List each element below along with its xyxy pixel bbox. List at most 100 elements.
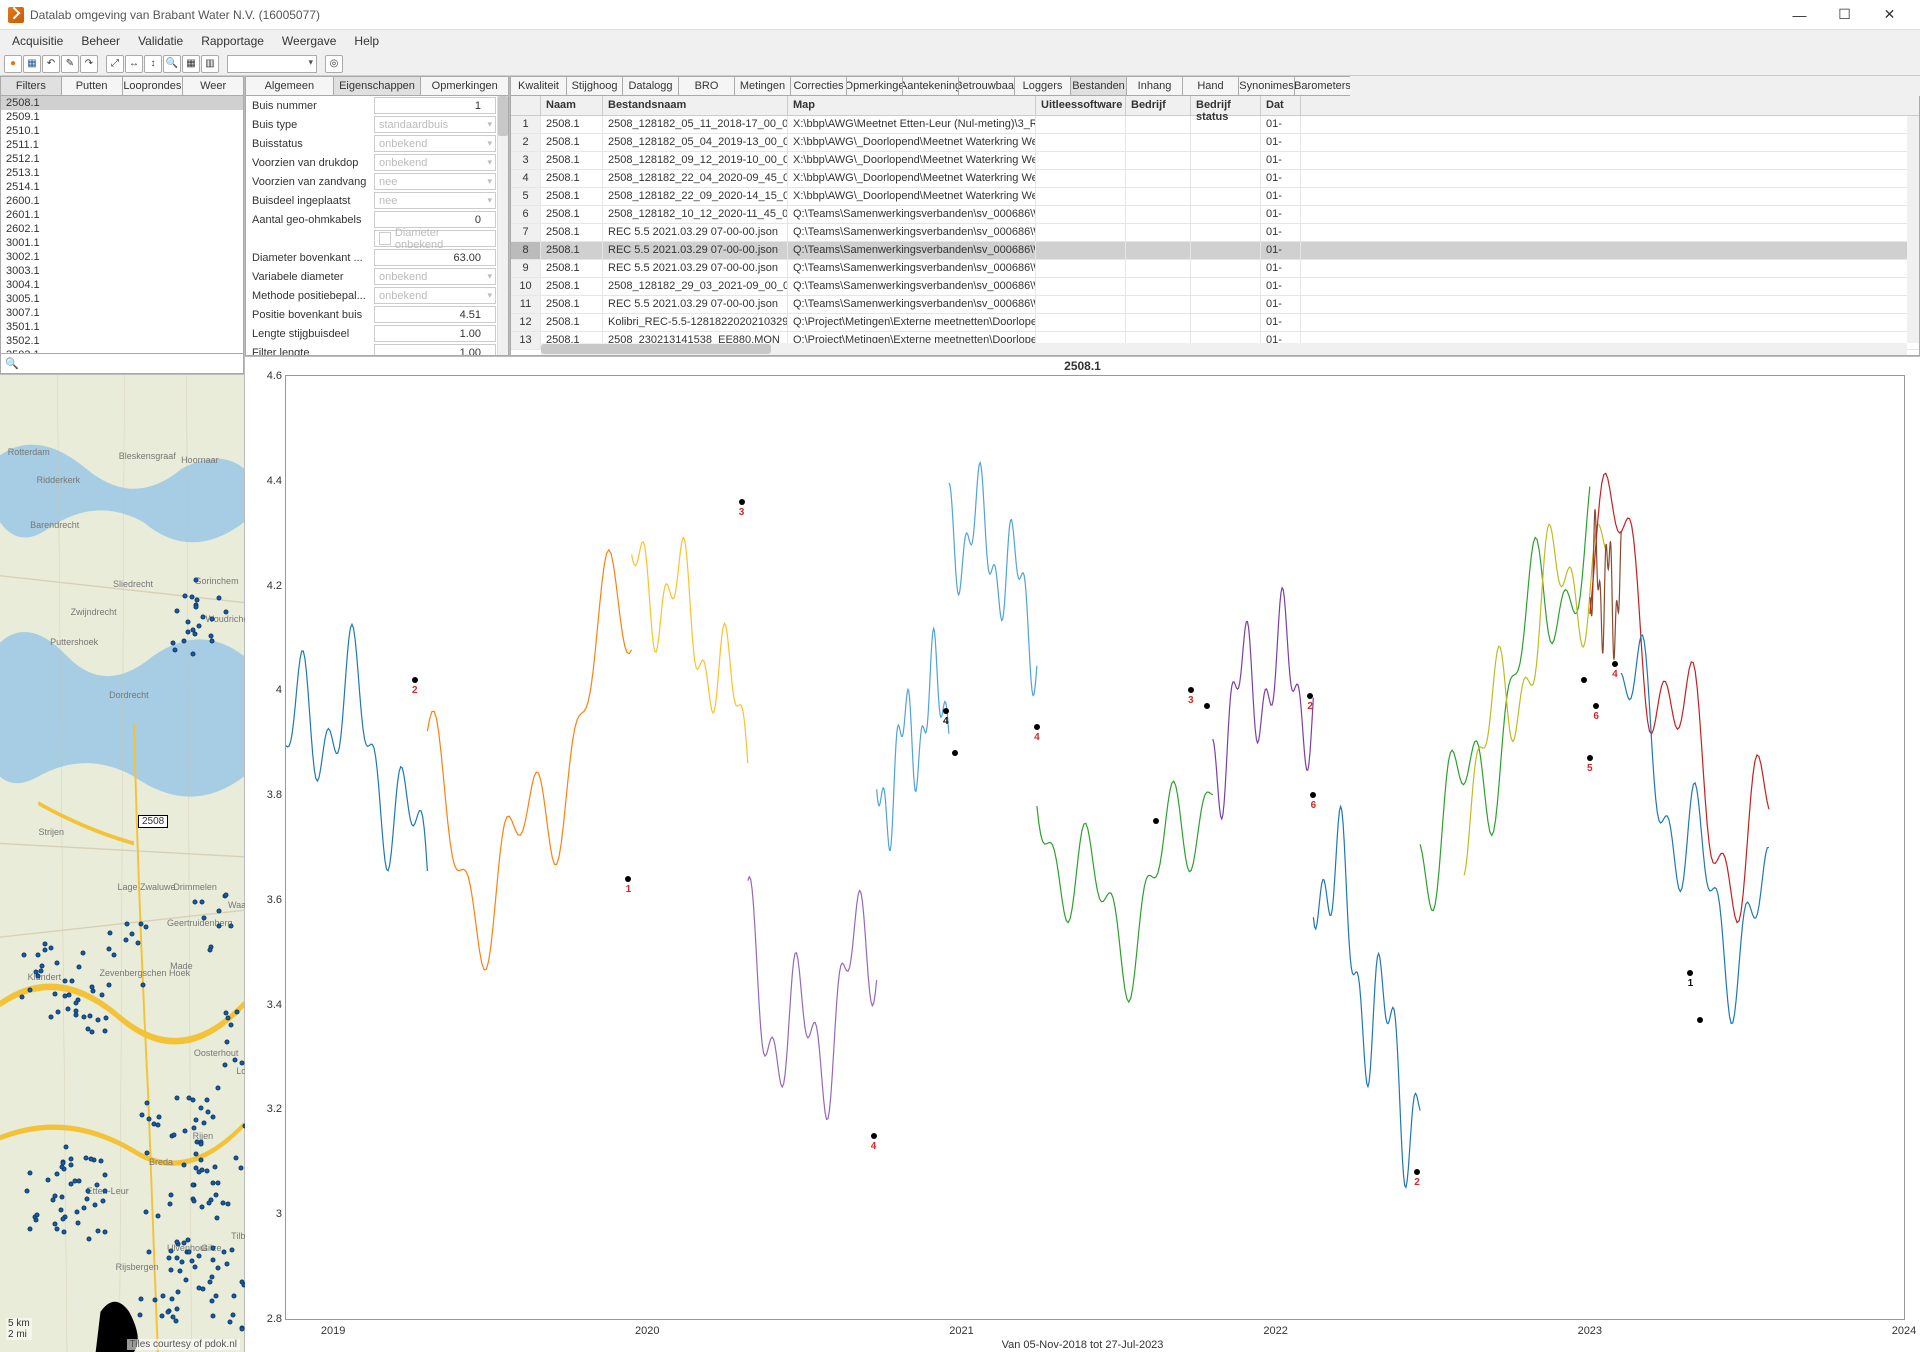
table-column-header[interactable]: Bestandsnaam — [603, 96, 788, 115]
table-column-header[interactable]: Uitleessoftware — [1036, 96, 1126, 115]
map-well-dot[interactable] — [166, 1255, 171, 1260]
table-row[interactable]: 12508.12508_128182_05_11_2018-17_00_00.D… — [511, 116, 1919, 134]
prop-scrollbar[interactable] — [497, 96, 508, 355]
map-well-dot[interactable] — [95, 1183, 100, 1188]
map-well-dot[interactable] — [216, 1180, 221, 1185]
map-well-dot[interactable] — [174, 1255, 179, 1260]
map-well-dot[interactable] — [192, 631, 197, 636]
map-well-dot[interactable] — [174, 1306, 179, 1311]
map-well-dot[interactable] — [111, 952, 116, 957]
map-well-dot[interactable] — [194, 578, 199, 583]
map-well-dot[interactable] — [226, 1016, 231, 1021]
filter-item[interactable]: 3007.1 — [1, 306, 243, 320]
map-well-dot[interactable] — [178, 1268, 183, 1273]
map-well-dot[interactable] — [214, 1215, 219, 1220]
map-well-dot[interactable] — [43, 947, 48, 952]
map-well-dot[interactable] — [213, 1294, 218, 1299]
map-well-dot[interactable] — [199, 1168, 204, 1173]
filter-item[interactable]: 2509.1 — [1, 110, 243, 124]
map-well-dot[interactable] — [75, 1220, 80, 1225]
map-well-dot[interactable] — [185, 1237, 190, 1242]
map-well-dot[interactable] — [215, 1086, 220, 1091]
map-well-dot[interactable] — [199, 1158, 204, 1163]
map-well-dot[interactable] — [172, 647, 177, 652]
map-well-dot[interactable] — [34, 1218, 39, 1223]
map-well-dot[interactable] — [99, 993, 104, 998]
map-well-dot[interactable] — [191, 1098, 196, 1103]
data-tab-metingen[interactable]: Metingen — [734, 76, 790, 96]
filter-list[interactable]: 2508.12509.12510.12511.12512.12513.12514… — [0, 96, 244, 354]
table-row[interactable]: 92508.1REC 5.5 2021.03.29 07-00-00.jsonQ… — [511, 260, 1919, 278]
data-tab-datalogg[interactable]: Datalogg — [622, 76, 678, 96]
map-well-dot[interactable] — [209, 1198, 214, 1203]
map-well-dot[interactable] — [210, 1274, 215, 1279]
toolbar-dropdown[interactable] — [227, 55, 317, 73]
map-well-dot[interactable] — [189, 595, 194, 600]
tool-zoom-icon[interactable]: 🔍 — [163, 55, 181, 73]
data-tab-synonimes[interactable]: Synonimes — [1238, 76, 1294, 96]
map-well-dot[interactable] — [223, 609, 228, 614]
map-well-dot[interactable] — [146, 1249, 151, 1254]
map-well-dot[interactable] — [176, 1289, 181, 1294]
table-row[interactable]: 22508.12508_128182_05_04_2019-13_00_00.D… — [511, 134, 1919, 152]
map-well-dot[interactable] — [171, 1315, 176, 1320]
map-well-dot[interactable] — [72, 1178, 77, 1183]
map-well-dot[interactable] — [211, 1114, 216, 1119]
tool-edit-icon[interactable]: ✎ — [61, 55, 79, 73]
map-well-dot[interactable] — [209, 616, 214, 621]
map-well-dot[interactable] — [197, 1286, 202, 1291]
property-value[interactable]: onbekend — [374, 135, 496, 152]
map-well-dot[interactable] — [223, 1062, 228, 1067]
map-well-dot[interactable] — [202, 1121, 207, 1126]
map-well-dot[interactable] — [217, 908, 222, 913]
map-well-dot[interactable] — [59, 1208, 64, 1213]
tool-zoom-h-icon[interactable]: ↔ — [125, 55, 143, 73]
property-value[interactable]: 63.00 — [374, 249, 496, 266]
map-well-dot[interactable] — [167, 1201, 172, 1206]
map-well-dot[interactable] — [182, 639, 187, 644]
map-well-dot[interactable] — [226, 1202, 231, 1207]
map-well-dot[interactable] — [103, 1015, 108, 1020]
map-well-dot[interactable] — [157, 1115, 162, 1120]
map-well-dot[interactable] — [181, 1163, 186, 1168]
map-well-dot[interactable] — [200, 899, 205, 904]
table-row[interactable]: 102508.12508_128182_29_03_2021-09_00_00.… — [511, 278, 1919, 296]
map-well-dot[interactable] — [28, 1227, 33, 1232]
filter-item[interactable]: 3001.1 — [1, 236, 243, 250]
property-value[interactable]: 1.00 — [374, 344, 496, 356]
map-well-dot[interactable] — [103, 1173, 108, 1178]
map-well-dot[interactable] — [55, 1010, 60, 1015]
table-row[interactable]: 72508.1REC 5.5 2021.03.29 07-00-00.jsonQ… — [511, 224, 1919, 242]
filter-search[interactable]: 🔍 — [0, 354, 244, 374]
map-well-dot[interactable] — [190, 1258, 195, 1263]
map-well-dot[interactable] — [183, 1277, 188, 1282]
data-tab-barometers[interactable]: Barometers — [1294, 76, 1350, 96]
map-well-dot[interactable] — [66, 993, 71, 998]
map-well-dot[interactable] — [211, 1258, 216, 1263]
map-well-dot[interactable] — [90, 1030, 95, 1035]
left-tab-filters[interactable]: Filters — [0, 76, 61, 96]
map-well-dot[interactable] — [28, 1171, 33, 1176]
map-well-dot[interactable] — [35, 1212, 40, 1217]
property-value[interactable]: 4.51 — [374, 306, 496, 323]
tool-target-icon[interactable]: ◎ — [325, 55, 343, 73]
map-well-dot[interactable] — [93, 1202, 98, 1207]
menu-validatie[interactable]: Validatie — [130, 32, 191, 50]
map-well-dot[interactable] — [86, 1237, 91, 1242]
map-well-dot[interactable] — [135, 940, 140, 945]
map-well-dot[interactable] — [190, 651, 195, 656]
menu-weergave[interactable]: Weergave — [274, 32, 344, 50]
map-well-dot[interactable] — [70, 979, 75, 984]
tool-grid1-icon[interactable]: ▦ — [182, 55, 200, 73]
data-tab-aantekening[interactable]: Aantekening — [902, 76, 958, 96]
map-well-dot[interactable] — [74, 1209, 79, 1214]
map-well-dot[interactable] — [194, 1152, 199, 1157]
map-well-dot[interactable] — [85, 1197, 90, 1202]
data-tab-kwaliteit[interactable]: Kwaliteit — [510, 76, 566, 96]
map-well-dot[interactable] — [96, 1228, 101, 1233]
map-well-dot[interactable] — [204, 1097, 209, 1102]
tool-grid2-icon[interactable]: ▥ — [201, 55, 219, 73]
map-well-dot[interactable] — [152, 1122, 157, 1127]
table-row[interactable]: 112508.1REC 5.5 2021.03.29 07-00-00.json… — [511, 296, 1919, 314]
map-well-dot[interactable] — [170, 1296, 175, 1301]
